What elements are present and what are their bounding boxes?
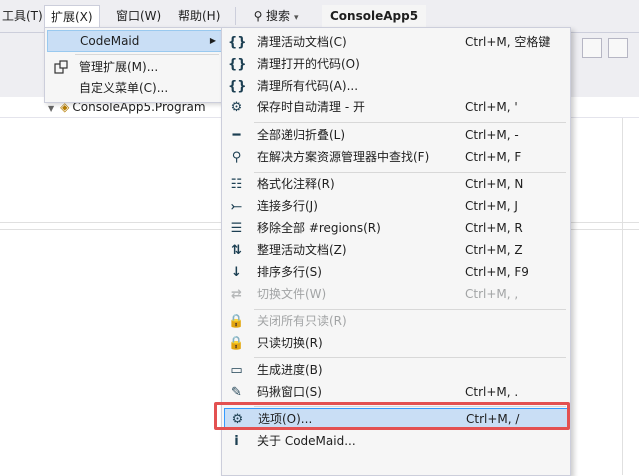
menu-separator [254,172,566,173]
menu-item-spade-window[interactable]: ✎ 码揪窗口(S) Ctrl+M, . [224,382,566,403]
menu-item-remove-regions[interactable]: ☰ 移除全部 #regions(R) Ctrl+M, R [224,218,566,239]
shortcut-text: Ctrl+M, F9 [465,265,529,279]
menu-item-label: 切换文件(W) [257,287,327,301]
menu-item-label: 保存时自动清理 - 开 [257,100,365,114]
toolbar-dropdown-button[interactable] [582,38,602,58]
format-comment-icon: ☷ [230,177,243,192]
extensions-icon [54,60,68,74]
menu-item-collapse-all[interactable]: ━ 全部递归折叠(L) Ctrl+M, - [224,125,566,146]
shortcut-text: Ctrl+M, . [465,385,519,399]
reorganize-icon: ⇅ [231,243,242,258]
menu-item-close-readonly[interactable]: 🔒 关闭所有只读(R) [224,311,566,332]
menu-item-find-in-solution[interactable]: ⚲ 在解决方案资源管理器中查找(F) Ctrl+M, F [224,147,566,168]
menu-item-label: 格式化注释(R) [257,177,335,191]
menu-item-label: CodeMaid [80,34,140,48]
menu-item-readonly-toggle[interactable]: 🔒 只读切换(R) [224,333,566,354]
menu-item-label: 关于 CodeMaid... [257,434,356,448]
gear-icon: ⚙ [230,100,243,115]
menu-item-label: 关闭所有只读(R) [257,314,347,328]
chevron-down-icon: ▾ [294,13,299,23]
menu-item-label: 码揪窗口(S) [257,385,322,399]
menu-help[interactable]: 帮助(H) [176,6,222,26]
menu-separator [254,122,566,123]
search-icon: ⚲ [253,9,263,23]
search-button[interactable]: ⚲ 搜索 ▾ [250,6,299,26]
menu-item-build-progress[interactable]: ▭ 生成进度(B) [224,360,566,381]
sort-icon: ↓ [231,265,242,280]
shortcut-text: Ctrl+M, - [465,128,519,142]
chevron-right-icon: ▶ [209,36,216,45]
menu-item-label: 清理打开的代码(O) [257,57,360,71]
menu-separator [235,7,236,25]
shortcut-text: Ctrl+M, Z [465,243,523,257]
shortcut-text: Ctrl+M, F [465,150,522,164]
braces-icon: {} [228,57,247,72]
remove-regions-icon: ☰ [230,221,243,236]
extensions-menu: CodeMaid ▶ 管理扩展(M)... 自定义菜单(C)... [44,27,224,103]
shortcut-text: Ctrl+M, N [465,177,524,191]
join-icon: ⤚ [231,199,242,214]
info-icon: i [234,434,239,449]
menu-item-label: 自定义菜单(C)... [79,81,169,95]
menu-item-label: 生成进度(B) [257,363,323,377]
menu-item-reorganize[interactable]: ⇅ 整理活动文档(Z) Ctrl+M, Z [224,240,566,261]
menu-item-label: 全部递归折叠(L) [257,128,346,142]
shortcut-text: Ctrl+M, R [465,221,523,235]
lock-icon: 🔒 [228,314,245,329]
progress-icon: ▭ [230,363,243,378]
menu-item-label: 清理活动文档(C) [257,35,347,49]
braces-icon: {} [228,79,247,94]
menu-item-format-comment[interactable]: ☷ 格式化注释(R) Ctrl+M, N [224,174,566,195]
menu-item-join-lines[interactable]: ⤚ 连接多行(J) Ctrl+M, J [224,196,566,217]
menu-item-label: 移除全部 #regions(R) [257,221,381,235]
menu-item-auto-cleanup[interactable]: ⚙ 保存时自动清理 - 开 Ctrl+M, ' [224,97,566,118]
menu-item-cleanup-all[interactable]: {} 清理所有代码(A)... [224,76,566,97]
editor-scrollbar[interactable] [622,118,639,475]
search-label: 搜索 [266,9,291,23]
menu-item-label: 在解决方案资源管理器中查找(F) [257,150,430,164]
braces-icon: {} [228,35,247,50]
menu-item-customize-menu[interactable]: 自定义菜单(C)... [47,78,221,98]
menu-item-cleanup-active[interactable]: {} 清理活动文档(C) Ctrl+M, 空格键 [224,32,566,53]
menu-item-label: 排序多行(S) [257,265,322,279]
menu-item-label: 整理活动文档(Z) [257,243,347,257]
solution-title: ConsoleApp5 [322,5,427,27]
shortcut-text: Ctrl+M, ' [465,100,518,114]
lock-icon: 🔒 [228,336,245,351]
chevron-down-icon: ▼ [48,104,55,113]
switch-icon: ⇄ [231,287,242,302]
menu-item-manage-extensions[interactable]: 管理扩展(M)... [47,57,221,77]
annotation-highlight-box [214,402,570,430]
live-share-icon[interactable] [608,38,628,58]
shortcut-text: Ctrl+M, , [465,287,519,301]
menu-item-cleanup-open[interactable]: {} 清理打开的代码(O) [224,54,566,75]
menu-item-sort-lines[interactable]: ↓ 排序多行(S) Ctrl+M, F9 [224,262,566,283]
menu-separator [75,54,219,55]
menu-separator [254,309,566,310]
menu-item-label: 只读切换(R) [257,336,323,350]
menu-item-switch-file[interactable]: ⇄ 切换文件(W) Ctrl+M, , [224,284,566,305]
menu-window[interactable]: 窗口(W) [114,6,163,26]
shortcut-text: Ctrl+M, J [465,199,518,213]
toolbar-right [582,36,639,58]
search-icon: ⚲ [231,150,242,165]
menu-item-codemaid[interactable]: CodeMaid ▶ [47,30,223,52]
spade-icon: ✎ [231,385,242,400]
collapse-icon: ━ [232,128,241,143]
menu-item-label: 管理扩展(M)... [79,60,159,74]
menu-separator [254,357,566,358]
menu-tools[interactable]: 工具(T) [0,6,45,26]
menu-item-about[interactable]: i 关于 CodeMaid... [224,431,566,452]
menu-item-label: 清理所有代码(A)... [257,79,359,93]
menu-item-label: 连接多行(J) [257,199,318,213]
shortcut-text: Ctrl+M, 空格键 [465,35,551,49]
